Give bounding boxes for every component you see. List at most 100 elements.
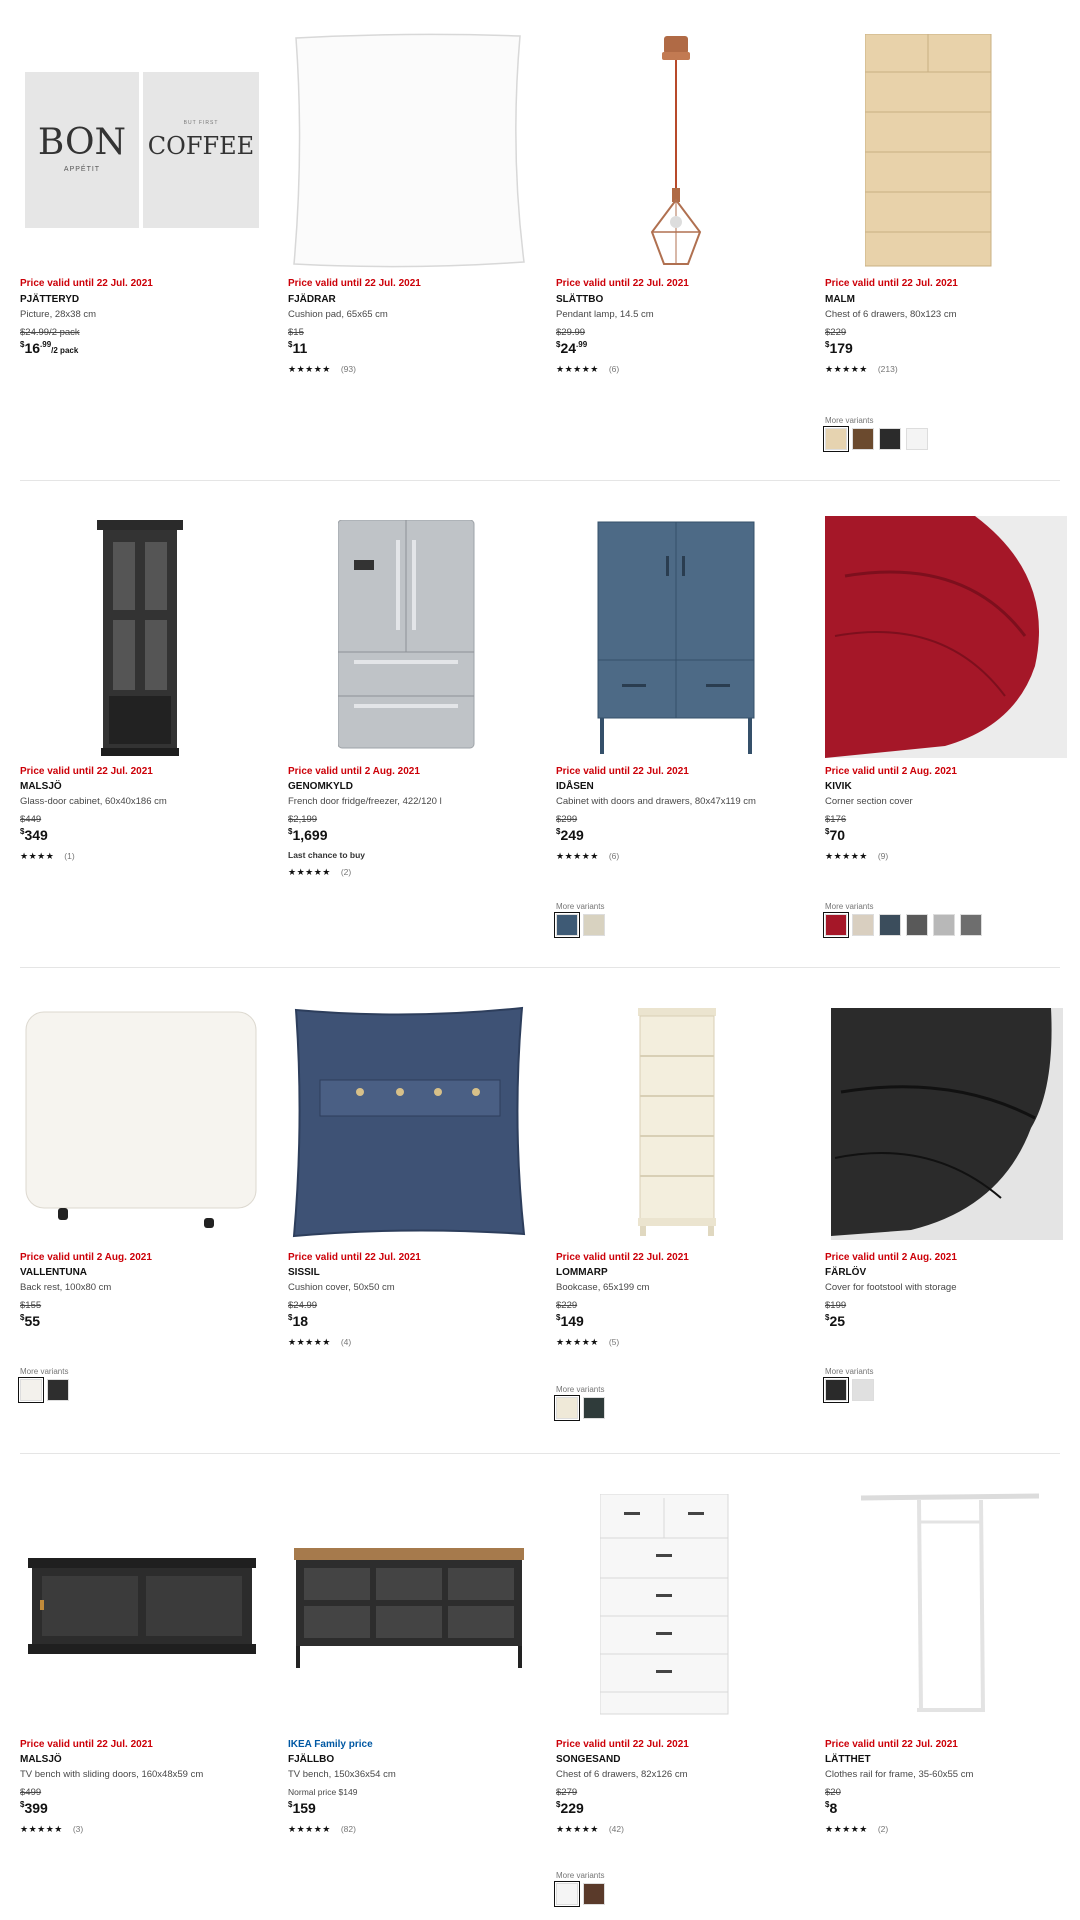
product-name[interactable]: SISSIL: [288, 1267, 320, 1278]
current-price: $399: [20, 1801, 48, 1817]
product-image[interactable]: [24, 1010, 260, 1232]
product-name[interactable]: PJÄTTERYD: [20, 294, 79, 305]
product-description: Chest of 6 drawers, 80x123 cm: [825, 309, 957, 320]
current-price: $8: [825, 1801, 837, 1817]
variant-swatch[interactable]: [583, 1883, 605, 1905]
clothes-rail-image: [860, 1493, 1040, 1713]
product-image[interactable]: [636, 1008, 718, 1236]
more-variants-label: More variants: [556, 1385, 605, 1394]
product-image[interactable]: [596, 520, 758, 756]
variant-swatch[interactable]: [583, 1397, 605, 1419]
product-description: Bookcase, 65x199 cm: [556, 1282, 650, 1293]
more-variants: More variants: [823, 902, 987, 938]
variant-swatch[interactable]: [554, 1395, 580, 1421]
poster-left-text: BON: [37, 122, 127, 163]
product-name[interactable]: FJÄDRAR: [288, 294, 336, 305]
product-name[interactable]: SONGESAND: [556, 1754, 620, 1765]
variant-swatch[interactable]: [554, 1881, 580, 1907]
back-rest-image: [25, 1011, 257, 1228]
rating[interactable]: ★★★★ (1): [20, 851, 75, 862]
rating[interactable]: ★★★★★ (2): [288, 867, 351, 878]
variant-swatch[interactable]: [933, 914, 955, 936]
rating[interactable]: ★★★★★ (42): [556, 1824, 624, 1835]
variant-swatch[interactable]: [906, 428, 928, 450]
denim-cushion-image: [292, 1006, 526, 1238]
rating[interactable]: ★★★★★ (3): [20, 1824, 83, 1835]
rating[interactable]: ★★★★★ (5): [556, 1337, 619, 1348]
variant-swatch[interactable]: [906, 914, 928, 936]
previous-price: $155: [20, 1300, 42, 1311]
review-count: (5): [608, 1337, 620, 1347]
product-name[interactable]: MALM: [825, 294, 855, 305]
chest-of-drawers-image: [599, 1493, 729, 1715]
current-price: $1,699: [288, 828, 328, 844]
product-image[interactable]: [26, 1554, 258, 1664]
rating[interactable]: ★★★★★ (82): [288, 1824, 356, 1835]
previous-price: $20: [825, 1787, 841, 1798]
product-name[interactable]: VALLENTUNA: [20, 1267, 87, 1278]
product-name[interactable]: IDÅSEN: [556, 781, 594, 792]
variant-swatch[interactable]: [960, 914, 982, 936]
review-count: (6): [608, 364, 620, 374]
review-count: (42): [608, 1824, 624, 1834]
variant-swatch[interactable]: [879, 914, 901, 936]
product-name[interactable]: LÄTTHET: [825, 1754, 871, 1765]
previous-price: $499: [20, 1787, 42, 1798]
price-valid-label: Price valid until 22 Jul. 2021: [20, 1739, 153, 1750]
rating[interactable]: ★★★★★ (93): [288, 364, 356, 375]
product-name[interactable]: KIVIK: [825, 781, 852, 792]
previous-price: $15: [288, 327, 304, 338]
variant-swatch[interactable]: [879, 428, 901, 450]
price-integer: 399: [24, 1800, 48, 1816]
rating[interactable]: ★★★★★ (6): [556, 364, 619, 375]
product-name[interactable]: MALSJÖ: [20, 781, 62, 792]
rating[interactable]: ★★★★★ (213): [825, 364, 898, 375]
price-integer: 8: [829, 1800, 838, 1816]
current-price: $179: [825, 341, 853, 357]
variant-swatch[interactable]: [554, 912, 580, 938]
rating-stars: ★★★★★: [556, 1824, 599, 1834]
product-name[interactable]: GENOMKYLD: [288, 781, 353, 792]
price-integer: 159: [292, 1800, 316, 1816]
product-image[interactable]: [288, 30, 528, 270]
rating[interactable]: ★★★★★ (2): [825, 1824, 888, 1835]
product-image[interactable]: [95, 520, 185, 760]
product-image[interactable]: [864, 33, 995, 270]
rating-stars: ★★★★★: [825, 851, 868, 861]
price-valid-label: Price valid until 22 Jul. 2021: [556, 766, 689, 777]
variant-swatch[interactable]: [823, 912, 849, 938]
product-image[interactable]: [831, 1008, 1063, 1240]
product-description: Picture, 28x38 cm: [20, 309, 97, 320]
rating[interactable]: ★★★★★ (6): [556, 851, 619, 862]
product-name[interactable]: SLÄTTBO: [556, 294, 603, 305]
variant-swatch[interactable]: [823, 1377, 849, 1403]
product-image[interactable]: BON APPÉTIT BUT FIRST COFFEE: [25, 70, 260, 230]
rating[interactable]: ★★★★★ (4): [288, 1337, 351, 1348]
previous-price: $24.99: [288, 1300, 318, 1311]
product-description: TV bench with sliding doors, 160x48x59 c…: [20, 1769, 204, 1780]
product-image[interactable]: [337, 519, 478, 752]
more-variants: More variants: [554, 902, 610, 938]
product-name[interactable]: MALSJÖ: [20, 1754, 62, 1765]
product-image[interactable]: [825, 516, 1067, 758]
product-image[interactable]: [599, 1493, 730, 1716]
variant-swatch[interactable]: [852, 1379, 874, 1401]
variant-swatch[interactable]: [583, 914, 605, 936]
variant-swatch[interactable]: [852, 914, 874, 936]
variant-swatch[interactable]: [823, 426, 849, 452]
product-image[interactable]: [855, 1492, 1045, 1722]
product-name[interactable]: FJÄLLBO: [288, 1754, 334, 1765]
product-image[interactable]: [290, 1006, 528, 1238]
normal-price: Normal price $149: [288, 1787, 358, 1797]
product-image[interactable]: [596, 32, 756, 272]
product-name[interactable]: LOMMARP: [556, 1267, 608, 1278]
product-name[interactable]: FÄRLÖV: [825, 1267, 866, 1278]
current-price: $149: [556, 1314, 584, 1330]
product-image[interactable]: [292, 1548, 526, 1672]
product-description: Cabinet with doors and drawers, 80x47x11…: [556, 796, 756, 807]
variant-swatch[interactable]: [18, 1377, 44, 1403]
rating[interactable]: ★★★★★ (9): [825, 851, 888, 862]
variant-swatch[interactable]: [47, 1379, 69, 1401]
variant-swatch[interactable]: [852, 428, 874, 450]
pendant-lamp-image: [650, 36, 702, 265]
